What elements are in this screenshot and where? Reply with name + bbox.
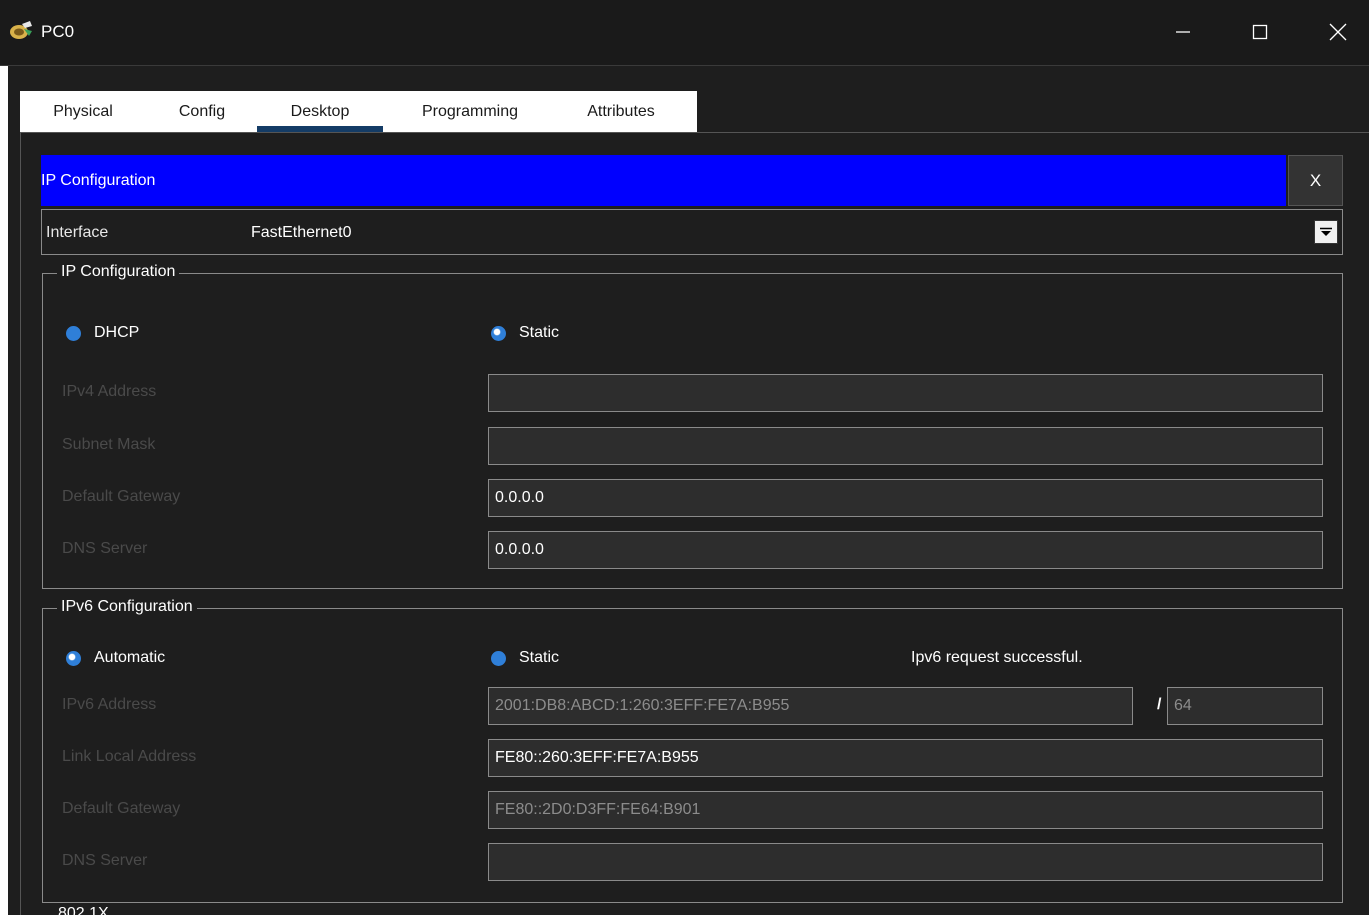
automatic-radio[interactable]: Automatic xyxy=(66,649,165,667)
tab-physical[interactable]: Physical xyxy=(33,91,133,132)
radio-selected-icon xyxy=(66,650,81,666)
ipv6-dns-input[interactable] xyxy=(488,843,1323,881)
minimize-icon xyxy=(1176,31,1190,33)
ipv4-dns-input[interactable]: 0.0.0.0 xyxy=(488,531,1323,569)
dhcp-radio-label: DHCP xyxy=(94,324,140,341)
ipv6-dns-label: DNS Server xyxy=(62,852,148,869)
panel-title: IP Configuration xyxy=(41,171,156,189)
ipv6-static-radio[interactable]: Static xyxy=(491,649,559,667)
interface-label: Interface xyxy=(46,224,109,241)
ipv4-gateway-input[interactable]: 0.0.0.0 xyxy=(488,479,1323,517)
tab-desktop[interactable]: Desktop xyxy=(257,91,383,132)
panel-title-bar: IP Configuration xyxy=(41,155,1286,206)
close-window-button[interactable] xyxy=(1307,0,1369,64)
dhcp-radio[interactable]: DHCP xyxy=(66,324,139,342)
prefix-length-input[interactable]: 64 xyxy=(1167,687,1323,725)
ipv4-address-label: IPv4 Address xyxy=(62,383,157,400)
ipv6-static-radio-label: Static xyxy=(519,649,560,666)
ipv6-group-legend: IPv6 Configuration xyxy=(57,598,197,616)
automatic-radio-label: Automatic xyxy=(94,649,166,666)
dropdown-arrow-button[interactable] xyxy=(1314,220,1338,244)
link-local-label: Link Local Address xyxy=(62,748,197,765)
ipv4-static-radio-label: Static xyxy=(519,324,560,341)
radio-unselected-icon xyxy=(491,650,506,666)
radio-unselected-icon xyxy=(66,325,81,341)
ipv6-address-input[interactable]: 2001:DB8:ABCD:1:260:3EFF:FE7A:B955 xyxy=(488,687,1133,725)
link-local-input[interactable]: FE80::260:3EFF:FE7A:B955 xyxy=(488,739,1323,777)
ipv4-address-input[interactable] xyxy=(488,374,1323,412)
minimize-button[interactable] xyxy=(1152,0,1214,64)
radio-selected-icon xyxy=(491,325,506,341)
tab-config[interactable]: Config xyxy=(167,91,237,132)
ipv4-group-legend: IP Configuration xyxy=(57,263,180,281)
packet-tracer-pc-icon xyxy=(8,20,34,44)
ipv6-status-message: Ipv6 request successful. xyxy=(911,649,1083,666)
dot1x-section-heading: 802.1X xyxy=(58,905,109,915)
subnet-mask-label: Subnet Mask xyxy=(62,436,156,453)
ipv6-gateway-input[interactable]: FE80::2D0:D3FF:FE64:B901 xyxy=(488,791,1323,829)
maximize-icon xyxy=(1252,24,1268,40)
app-window: PC0 Physical Config Desktop Programming … xyxy=(0,0,1369,915)
tab-attributes[interactable]: Attributes xyxy=(573,91,669,132)
panel-close-button[interactable]: X xyxy=(1288,155,1343,206)
ipv6-gateway-label: Default Gateway xyxy=(62,800,181,817)
maximize-button[interactable] xyxy=(1229,0,1291,64)
ipv4-gateway-label: Default Gateway xyxy=(62,488,181,505)
title-bar: PC0 xyxy=(0,0,1369,66)
prefix-separator: / xyxy=(1157,696,1162,713)
ipv4-dns-label: DNS Server xyxy=(62,540,148,557)
chevron-down-icon xyxy=(1320,227,1332,236)
interface-value: FastEthernet0 xyxy=(251,224,352,241)
ipv4-static-radio[interactable]: Static xyxy=(491,324,559,342)
tab-programming[interactable]: Programming xyxy=(405,91,535,132)
subnet-mask-input[interactable] xyxy=(488,427,1323,465)
window-title: PC0 xyxy=(41,22,75,41)
ipv6-address-label: IPv6 Address xyxy=(62,696,157,713)
interface-selector[interactable]: Interface FastEthernet0 xyxy=(41,209,1343,255)
window-frame-edge xyxy=(0,66,8,915)
close-icon xyxy=(1329,23,1347,41)
tab-strip: Physical Config Desktop Programming Attr… xyxy=(20,91,697,132)
